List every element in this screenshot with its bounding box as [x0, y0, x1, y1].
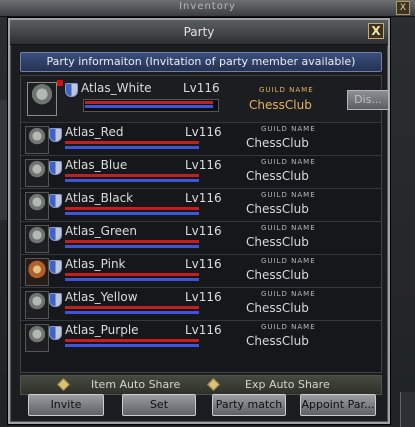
party-member-row[interactable]: Atlas_Purple Lv116 GUILD NAME ChessClub	[21, 321, 381, 353]
inventory-bottom-edge	[400, 392, 415, 427]
member-level: Lv116	[185, 125, 222, 139]
item-share-toggle-icon[interactable]	[57, 378, 70, 391]
member-mp-bar	[65, 311, 199, 314]
leader-hp-bar	[85, 101, 213, 104]
member-name: Atlas_Yellow	[65, 290, 138, 304]
knight-helmet-icon	[27, 82, 57, 116]
class-shield-icon	[49, 128, 62, 142]
member-guild-label: GUILD NAME	[261, 158, 316, 166]
knight-helmet-icon	[25, 324, 49, 352]
party-member-row[interactable]: Atlas_Red Lv116 GUILD NAME ChessClub	[21, 123, 381, 156]
member-guild-label: GUILD NAME	[261, 323, 316, 331]
member-level: Lv116	[185, 290, 222, 304]
member-hp-bar	[65, 141, 199, 144]
party-title: Party	[183, 25, 215, 39]
member-guild-name: ChessClub	[246, 334, 309, 348]
knight-helmet-icon	[25, 192, 49, 220]
party-match-button[interactable]: Party match	[212, 394, 286, 416]
member-hp-bar	[65, 240, 199, 243]
member-name: Atlas_Pink	[65, 257, 126, 271]
member-hp-bar	[65, 306, 199, 309]
member-name: Atlas_Green	[65, 224, 137, 238]
member-guild-name: ChessClub	[246, 136, 309, 150]
leader-guild-label: GUILD NAME	[259, 86, 314, 94]
member-name: Atlas_Blue	[65, 158, 128, 172]
class-shield-icon	[65, 83, 78, 97]
exp-auto-share-label[interactable]: Exp Auto Share	[245, 378, 330, 391]
leader-guild-name: ChessClub	[249, 98, 312, 112]
member-guild-label: GUILD NAME	[261, 257, 316, 265]
member-mp-bar	[65, 245, 199, 248]
member-name: Atlas_Purple	[65, 323, 139, 337]
member-hp-bar	[65, 339, 199, 342]
knight-helmet-icon	[25, 126, 49, 154]
member-hp-bar	[65, 174, 199, 177]
leader-name: Atlas_White	[81, 81, 152, 95]
member-hp-bar	[65, 273, 199, 276]
member-mp-bar	[65, 146, 199, 149]
member-mp-bar	[65, 179, 199, 182]
class-shield-icon	[49, 293, 62, 307]
member-guild-name: ChessClub	[246, 202, 309, 216]
class-shield-icon	[49, 161, 62, 175]
knight-helmet-icon	[25, 291, 49, 319]
inventory-title: Inventory	[179, 1, 236, 12]
party-member-row[interactable]: Atlas_Yellow Lv116 GUILD NAME ChessClub	[21, 288, 381, 321]
member-guild-name: ChessClub	[246, 235, 309, 249]
class-shield-icon	[49, 326, 62, 340]
party-member-list: Atlas_White Lv116 GUILD NAME ChessClub D…	[20, 75, 389, 373]
member-level: Lv116	[185, 158, 222, 172]
member-mp-bar	[65, 344, 199, 347]
knight-helmet-icon	[25, 225, 49, 253]
red-hair-warrior-icon	[25, 258, 49, 286]
inventory-titlebar: Inventory X	[0, 0, 415, 17]
member-guild-name: ChessClub	[246, 169, 309, 183]
member-name: Atlas_Red	[65, 125, 124, 139]
auto-share-bar: Item Auto Share Exp Auto Share	[20, 375, 382, 395]
member-mp-bar	[65, 212, 199, 215]
item-auto-share-label[interactable]: Item Auto Share	[91, 378, 180, 391]
class-shield-icon	[49, 260, 62, 274]
invite-button[interactable]: Invite	[28, 394, 104, 416]
leader-flag-icon	[57, 80, 63, 86]
dismiss-button[interactable]: Dis...	[347, 90, 389, 110]
member-hp-bar	[65, 207, 199, 210]
party-member-row[interactable]: Atlas_Blue Lv116 GUILD NAME ChessClub	[21, 156, 381, 189]
exp-share-toggle-icon[interactable]	[207, 378, 220, 391]
party-member-row[interactable]: Atlas_Black Lv116 GUILD NAME ChessClub	[21, 189, 381, 222]
member-level: Lv116	[185, 191, 222, 205]
set-button[interactable]: Set	[122, 394, 196, 416]
member-level: Lv116	[185, 257, 222, 271]
appoint-party-leader-button[interactable]: Appoint Par...	[300, 394, 376, 416]
party-member-row[interactable]: Atlas_Pink Lv116 GUILD NAME ChessClub	[21, 255, 381, 288]
party-leader-row[interactable]: Atlas_White Lv116 GUILD NAME ChessClub D…	[21, 76, 389, 123]
member-guild-label: GUILD NAME	[261, 290, 316, 298]
member-level: Lv116	[185, 224, 222, 238]
member-mp-bar	[65, 278, 199, 281]
class-shield-icon	[49, 227, 62, 241]
member-guild-label: GUILD NAME	[261, 191, 316, 199]
leader-level: Lv116	[183, 81, 220, 95]
class-shield-icon	[49, 194, 62, 208]
inventory-close-button[interactable]: X	[396, 1, 410, 15]
party-window: Party X Party informaiton (Invitation of…	[8, 18, 390, 424]
member-guild-name: ChessClub	[246, 301, 309, 315]
party-member-row[interactable]: Atlas_Green Lv116 GUILD NAME ChessClub	[21, 222, 381, 255]
knight-helmet-icon	[25, 159, 49, 187]
member-guild-label: GUILD NAME	[261, 224, 316, 232]
party-info-header: Party informaiton (Invitation of party m…	[20, 52, 382, 72]
member-guild-label: GUILD NAME	[261, 125, 316, 133]
leader-mp-bar	[85, 105, 213, 108]
party-close-button[interactable]: X	[368, 23, 384, 39]
party-titlebar[interactable]: Party X	[10, 20, 388, 45]
member-guild-name: ChessClub	[246, 268, 309, 282]
member-level: Lv116	[185, 323, 222, 337]
member-name: Atlas_Black	[65, 191, 134, 205]
